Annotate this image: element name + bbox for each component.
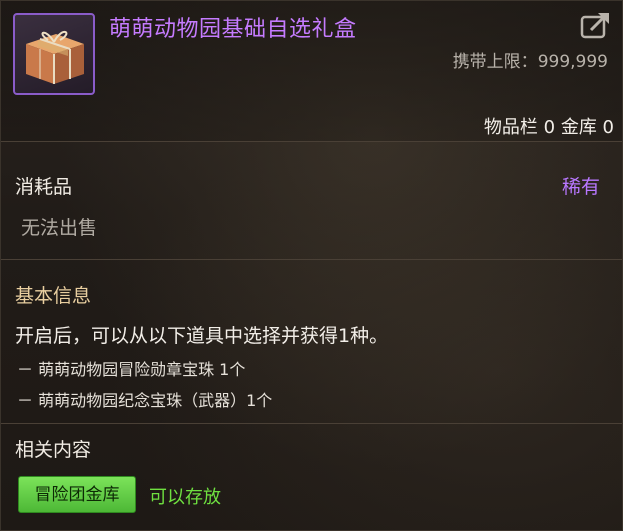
gift-box-icon: [26, 31, 84, 84]
option-item: － 萌萌动物园冒险勋章宝珠 1个: [17, 360, 246, 379]
carry-limit: 携带上限：999,999: [453, 47, 608, 72]
item-name: 萌萌动物园基础自选礼盒: [109, 17, 357, 42]
tooltip-header: 萌萌动物园基础自选礼盒 携带上限：999,999 物品栏 0 金库 0: [1, 1, 622, 142]
option-item: － 萌萌动物园纪念宝珠（武器）1个: [17, 391, 273, 410]
storable-status: 可以存放: [149, 487, 221, 508]
basic-info-description: 开启后，可以从以下道具中选择并获得1种。: [15, 325, 389, 347]
item-rarity: 稀有: [561, 176, 600, 198]
carry-limit-label: 携带上限：: [452, 52, 538, 72]
basic-info-title: 基本信息: [15, 285, 92, 307]
inventory-counts: 物品栏 0 金库 0: [483, 117, 614, 138]
adventure-vault-button[interactable]: 冒险团金库: [18, 476, 136, 513]
share-export-icon: [580, 13, 609, 39]
section-divider: [1, 423, 622, 424]
related-title: 相关内容: [15, 439, 92, 461]
sell-status: 无法出售: [21, 217, 98, 239]
carry-limit-value: 999,999: [537, 52, 608, 72]
section-divider: [1, 259, 622, 260]
share-button[interactable]: [579, 10, 613, 40]
item-tooltip: 萌萌动物园基础自选礼盒 携带上限：999,999 物品栏 0 金库 0 消耗品 …: [0, 0, 623, 531]
item-type: 消耗品: [15, 176, 73, 198]
item-icon-frame: [13, 13, 95, 95]
